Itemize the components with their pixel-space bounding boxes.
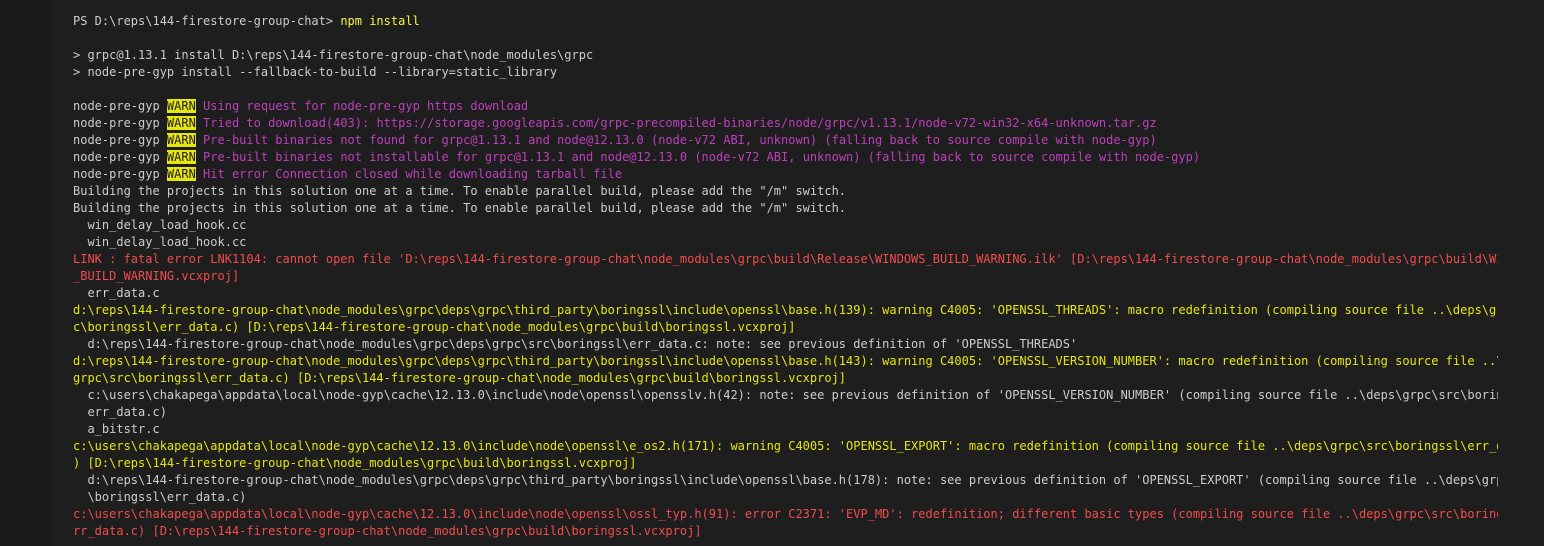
compile-line: d:\reps\144-firestore-group-chat\node_mo… — [73, 354, 1498, 368]
warn-line: node-pre-gyp WARN Tried to download(403)… — [73, 115, 1498, 132]
compile-line: err_data.c — [73, 286, 160, 300]
install-line: > grpc@1.13.1 install D:\reps\144-firest… — [73, 48, 594, 62]
compile-line: LINK : fatal error LNK1104: cannot open … — [73, 252, 1498, 266]
warn-message: Using request for node-pre-gyp https dow… — [195, 99, 529, 113]
warn-message: Pre-built binaries not found for grpc@1.… — [195, 133, 1157, 147]
compile-line: grpc\src\boringssl\err_data.c) [D:\reps\… — [73, 371, 847, 385]
compile-output: LINK : fatal error LNK1104: cannot open … — [73, 251, 1498, 540]
compile-line: a_bitstr.c — [73, 422, 160, 436]
warn-message: Hit error Connection closed while downlo… — [195, 167, 623, 181]
compile-line: c:\users\chakapega\appdata\local\node-gy… — [73, 507, 1498, 521]
warn-badge: WARN — [166, 167, 196, 181]
warn-message: Tried to download(403): https://storage.… — [195, 116, 1157, 130]
compile-line: c\boringssl\err_data.c) [D:\reps\144-fir… — [73, 320, 796, 334]
npm-command: npm install — [340, 14, 420, 28]
warn-badge: WARN — [166, 116, 196, 130]
build-line: Building the projects in this solution o… — [73, 184, 847, 198]
warn-line: node-pre-gyp WARN Pre-built binaries not… — [73, 132, 1498, 149]
compile-line: rr_data.c) [D:\reps\144-firestore-group-… — [73, 524, 702, 538]
compile-line: d:\reps\144-firestore-group-chat\node_mo… — [73, 337, 1078, 351]
install-line: > node-pre-gyp install --fallback-to-bui… — [73, 65, 558, 79]
warn-prefix: node-pre-gyp — [73, 99, 167, 113]
build-line: Building the projects in this solution o… — [73, 201, 847, 215]
warn-message: Pre-built binaries not installable for g… — [195, 150, 1201, 164]
compile-line: \boringssl\err_data.c) — [73, 490, 247, 504]
compile-line: c:\users\chakapega\appdata\local\node-gy… — [73, 388, 1498, 402]
build-line: win_delay_load_hook.cc — [73, 235, 247, 249]
warn-line: node-pre-gyp WARN Pre-built binaries not… — [73, 149, 1498, 166]
warn-line: node-pre-gyp WARN Using request for node… — [73, 98, 1498, 115]
left-gutter — [0, 0, 53, 546]
prompt: PS D:\reps\144-firestore-group-chat> — [73, 14, 341, 28]
warn-badge: WARN — [166, 150, 196, 164]
warn-badge: WARN — [166, 133, 196, 147]
compile-line: ) [D:\reps\144-firestore-group-chat\node… — [73, 456, 637, 470]
warn-prefix: node-pre-gyp — [73, 133, 167, 147]
compile-line: d:\reps\144-firestore-group-chat\node_mo… — [73, 473, 1498, 487]
command-line: PS D:\reps\144-firestore-group-chat> npm… — [73, 13, 1498, 30]
compile-line: _BUILD_WARNING.vcxproj] — [73, 269, 240, 283]
compile-line: err_data.c) — [73, 405, 167, 419]
warn-line: node-pre-gyp WARN Hit error Connection c… — [73, 166, 1498, 183]
build-line: win_delay_load_hook.cc — [73, 218, 247, 232]
warn-prefix: node-pre-gyp — [73, 150, 167, 164]
terminal-output[interactable]: PS D:\reps\144-firestore-group-chat> npm… — [73, 13, 1498, 546]
warn-prefix: node-pre-gyp — [73, 167, 167, 181]
warn-prefix: node-pre-gyp — [73, 116, 167, 130]
compile-line: c:\users\chakapega\appdata\local\node-gy… — [73, 439, 1498, 453]
warn-badge: WARN — [166, 99, 196, 113]
compile-line: d:\reps\144-firestore-group-chat\node_mo… — [73, 303, 1498, 317]
